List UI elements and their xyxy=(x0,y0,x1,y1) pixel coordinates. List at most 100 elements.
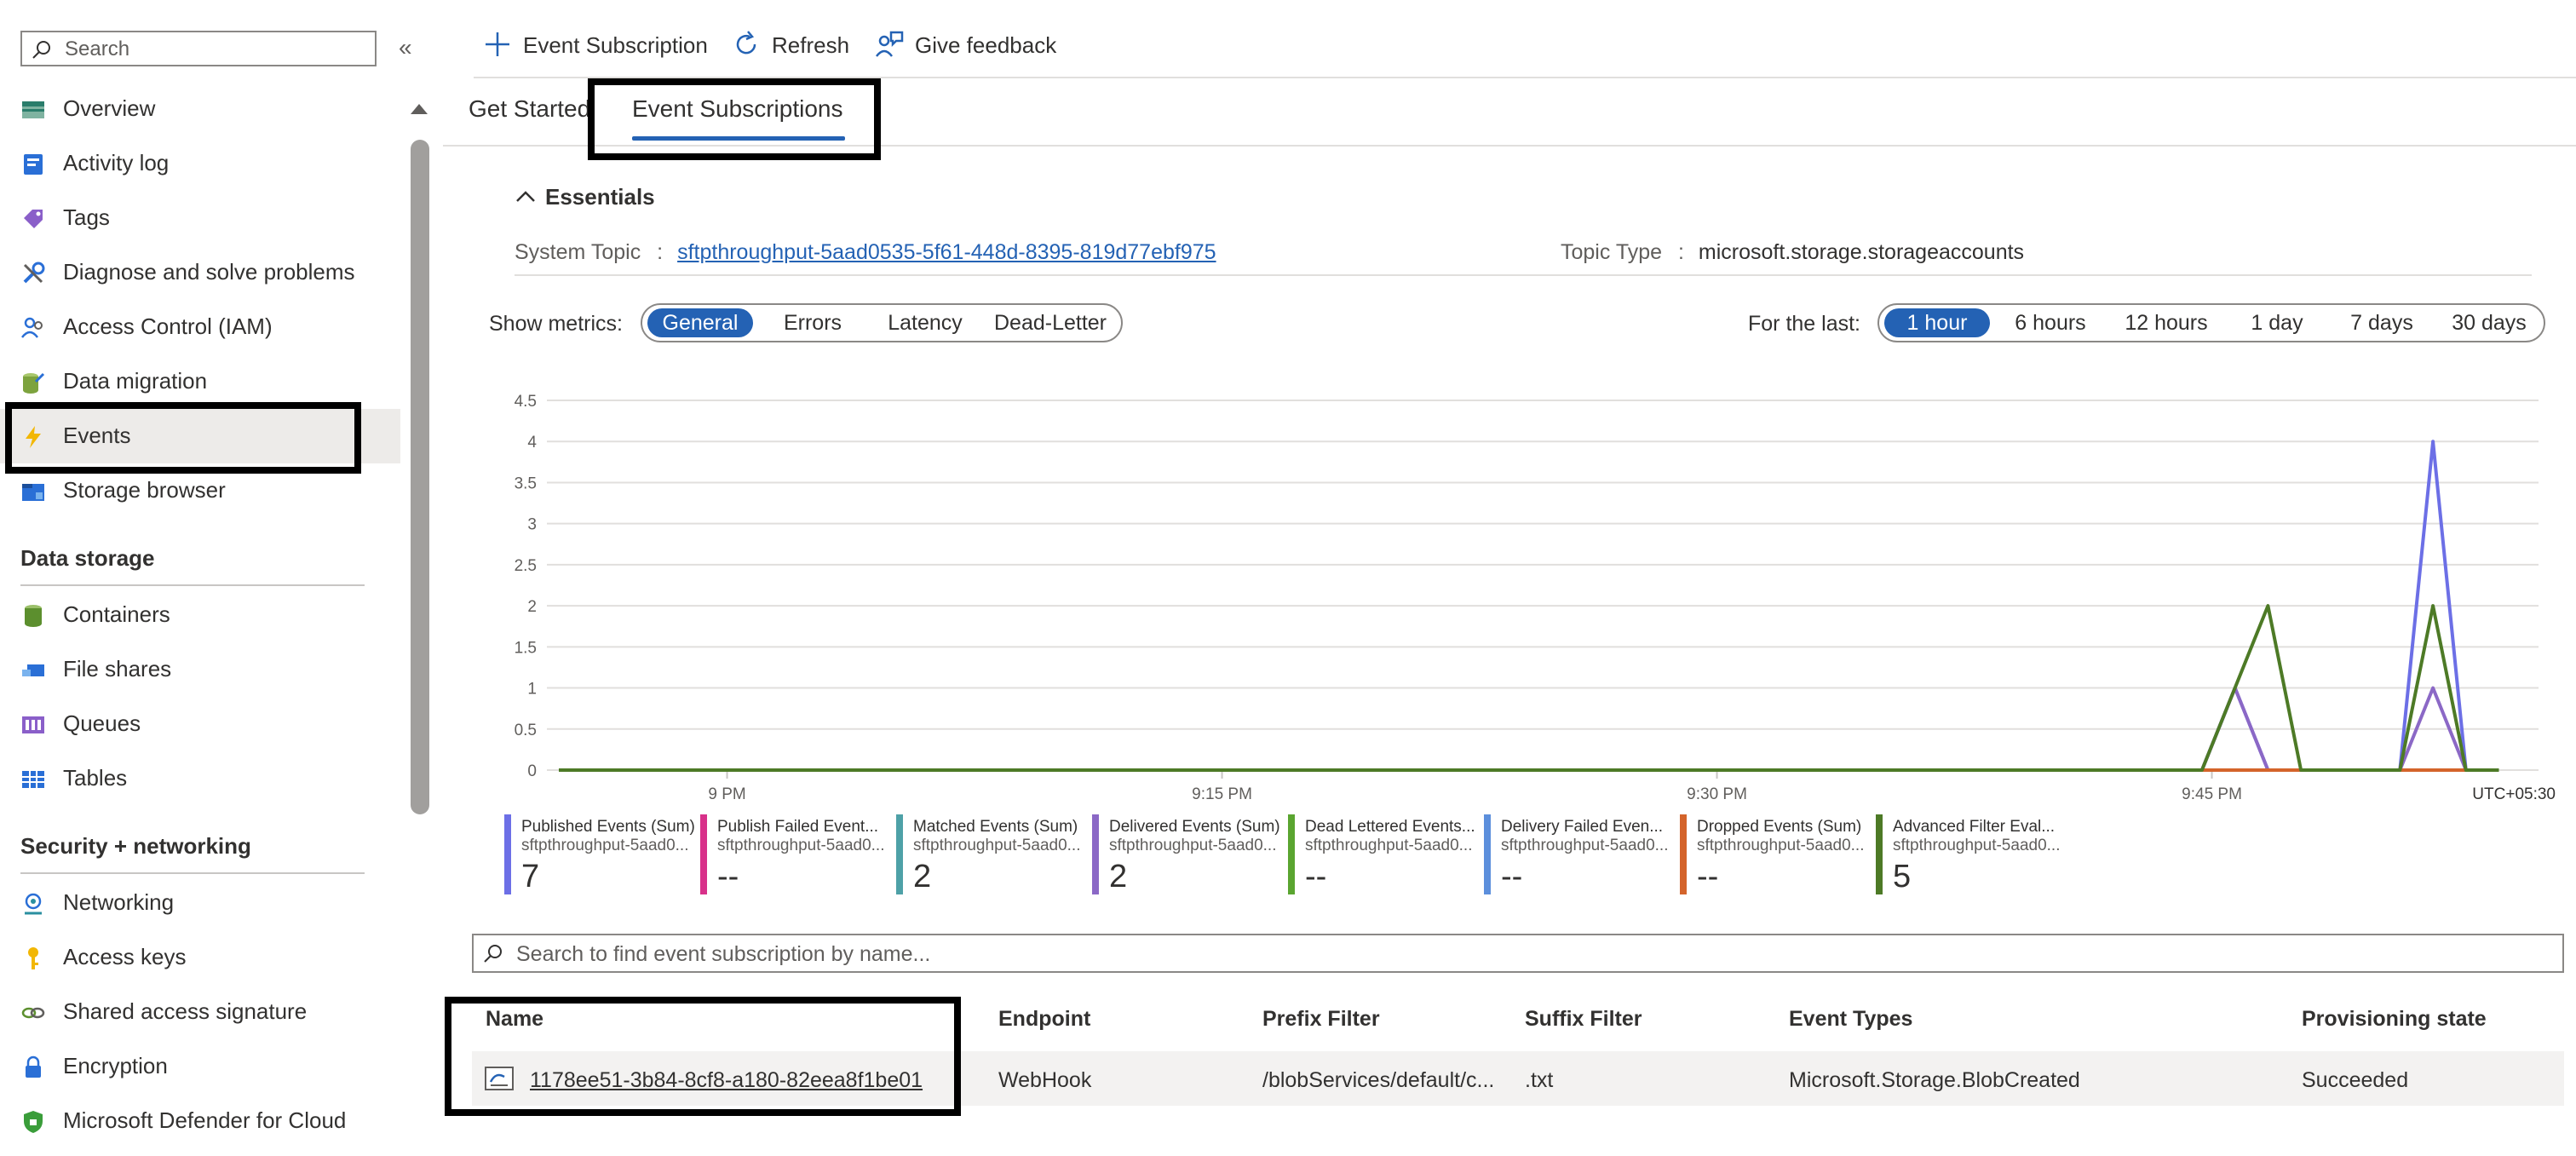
lock-icon xyxy=(26,1055,41,1078)
column-header-event-types[interactable]: Event Types xyxy=(1789,1007,1912,1032)
legend-item[interactable]: Dead Lettered Events... sftpthroughput-5a… xyxy=(1288,814,1481,894)
sidebar-item-containers[interactable]: Containers xyxy=(0,588,400,642)
scroll-up-icon[interactable] xyxy=(407,99,431,119)
search-icon xyxy=(32,41,50,59)
section-divider xyxy=(20,584,365,586)
sidebar-item-overview[interactable]: Overview xyxy=(0,82,400,136)
link-icon xyxy=(21,1007,45,1019)
legend-color-bar xyxy=(1288,814,1295,894)
sidebar-item-queues[interactable]: Queues xyxy=(0,697,400,751)
sidebar-item-label: Containers xyxy=(63,601,170,627)
chevron-up-icon xyxy=(516,191,535,202)
system-topic-row: System Topic : sftpthroughput-5aad0535-5… xyxy=(515,240,1216,265)
legend-resource-name: sftpthroughput-5aad0... xyxy=(1305,837,1473,854)
overview-icon xyxy=(22,101,44,118)
metric-dead-letter[interactable]: Dead-Letter xyxy=(986,308,1114,337)
metrics-selector: General Errors Latency Dead-Letter xyxy=(641,303,1123,342)
column-header-prefix-filter[interactable]: Prefix Filter xyxy=(1262,1007,1380,1032)
legend-value: -- xyxy=(717,859,739,894)
system-topic-link[interactable]: sftpthroughput-5aad0535-5f61-448d-8395-8… xyxy=(677,240,1216,264)
sidebar-item-encryption[interactable]: Encryption xyxy=(0,1039,400,1094)
events-line-chart: 0 0.5 1 1.5 2 2.5 3 3.5 4 4.5 9 PM 9:15 PM 9:30 PM 9:… xyxy=(515,393,2556,803)
legend-resource-name: sftpthroughput-5aad0... xyxy=(521,837,689,854)
data-migration-icon xyxy=(23,372,45,394)
give-feedback-button[interactable]: Give feedback xyxy=(874,27,1078,65)
legend-item[interactable]: Advanced Filter Eval... sftpthroughput-5a… xyxy=(1876,814,2068,894)
metric-errors[interactable]: Errors xyxy=(762,308,864,337)
tab-get-started[interactable]: Get Started xyxy=(469,95,590,123)
activity-log-icon xyxy=(24,154,43,175)
sidebar-item-sas[interactable]: Shared access signature xyxy=(0,985,400,1039)
collapse-sidebar-button[interactable]: « xyxy=(399,34,412,61)
sidebar-item-activity-log[interactable]: Activity log xyxy=(0,136,400,191)
subscription-search-input[interactable] xyxy=(515,940,2545,968)
refresh-button[interactable]: Refresh xyxy=(731,27,859,65)
legend-value: 5 xyxy=(1893,859,1912,894)
separator: : xyxy=(1678,240,1684,264)
column-header-suffix-filter[interactable]: Suffix Filter xyxy=(1525,1007,1642,1032)
essentials-toggle[interactable]: Essentials xyxy=(515,184,655,210)
legend-metric-name: Dead Lettered Events... xyxy=(1305,818,1475,836)
legend-resource-name: sftpthroughput-5aad0... xyxy=(1697,837,1865,854)
sidebar-item-networking[interactable]: Networking xyxy=(0,876,400,930)
tag-icon xyxy=(24,210,43,228)
toolbar-label: Give feedback xyxy=(915,32,1057,58)
legend-item[interactable]: Dropped Events (Sum) sftpthroughput-5aad0… xyxy=(1680,814,1872,894)
search-icon xyxy=(484,945,502,963)
time-12-hours[interactable]: 12 hours xyxy=(2109,308,2223,337)
file-shares-icon xyxy=(22,664,44,676)
sidebar-item-diagnose[interactable]: Diagnose and solve problems xyxy=(0,245,400,300)
sidebar-item-label: Tables xyxy=(63,765,128,791)
time-30-days[interactable]: 30 days xyxy=(2440,308,2539,337)
sidebar-item-tags[interactable]: Tags xyxy=(0,191,400,245)
legend-item[interactable]: Delivery Failed Even... sftpthroughput-5a… xyxy=(1484,814,1676,894)
y-tick-label: 0.5 xyxy=(515,722,537,739)
plus-icon xyxy=(486,32,509,56)
x-tick-label: 9:45 PM xyxy=(2182,785,2242,803)
sidebar-item-tables[interactable]: Tables xyxy=(0,751,400,806)
queues-icon xyxy=(22,716,44,733)
legend-resource-name: sftpthroughput-5aad0... xyxy=(1893,837,2061,854)
sidebar-item-data-migration[interactable]: Data migration xyxy=(0,354,400,409)
column-header-endpoint[interactable]: Endpoint xyxy=(998,1007,1090,1032)
people-icon xyxy=(21,317,43,338)
sidebar-item-access-keys[interactable]: Access keys xyxy=(0,930,400,985)
legend-metric-name: Delivery Failed Even... xyxy=(1501,818,1664,836)
legend-item[interactable]: Matched Events (Sum) sftpthroughput-5aad0… xyxy=(896,814,1089,894)
legend-color-bar xyxy=(1876,814,1883,894)
containers-icon xyxy=(25,605,42,627)
time-1-hour[interactable]: 1 hour xyxy=(1884,308,1990,337)
legend-item[interactable]: Delivered Events (Sum) sftpthroughput-5aa… xyxy=(1092,814,1285,894)
y-tick-label: 4 xyxy=(527,434,537,451)
system-topic-label: System Topic xyxy=(515,240,641,264)
sidebar-item-label: Access keys xyxy=(63,944,187,969)
section-security-networking: Security + networking xyxy=(20,833,251,859)
name-column-highlight-box xyxy=(445,997,961,1116)
legend-metric-name: Publish Failed Event... xyxy=(717,818,879,836)
time-7-days[interactable]: 7 days xyxy=(2331,308,2433,337)
column-header-provisioning-state[interactable]: Provisioning state xyxy=(2302,1007,2487,1032)
legend-metric-name: Advanced Filter Eval... xyxy=(1893,818,2056,836)
sidebar-search-input[interactable] xyxy=(63,36,365,63)
sidebar-scroll-thumb[interactable] xyxy=(411,140,429,814)
metric-general[interactable]: General xyxy=(647,308,753,337)
legend-item[interactable]: Publish Failed Event... sftpthroughput-5a… xyxy=(700,814,893,894)
networking-icon xyxy=(25,893,42,915)
legend-value: -- xyxy=(1501,859,1523,894)
sidebar-item-label: Networking xyxy=(63,889,175,915)
time-1-day[interactable]: 1 day xyxy=(2230,308,2324,337)
time-6-hours[interactable]: 6 hours xyxy=(1998,308,2102,337)
metric-latency[interactable]: Latency xyxy=(871,308,980,337)
sidebar-item-storage-browser[interactable]: Storage browser xyxy=(0,463,400,518)
sidebar-item-iam[interactable]: Access Control (IAM) xyxy=(0,300,400,354)
sidebar-search-box[interactable] xyxy=(20,31,377,66)
sidebar-item-defender[interactable]: Microsoft Defender for Cloud xyxy=(0,1094,400,1148)
legend-item[interactable]: Published Events (Sum) sftpthroughput-5aa… xyxy=(504,814,697,894)
subscription-search-box[interactable] xyxy=(472,934,2564,973)
legend-resource-name: sftpthroughput-5aad0... xyxy=(1109,837,1277,854)
legend-value: -- xyxy=(1305,859,1327,894)
legend-color-bar xyxy=(896,814,903,894)
sidebar-item-file-shares[interactable]: File shares xyxy=(0,642,400,697)
topic-type-row: Topic Type : microsoft.storage.storageac… xyxy=(1561,240,2024,265)
add-event-subscription-button[interactable]: Event Subscription xyxy=(482,27,721,65)
